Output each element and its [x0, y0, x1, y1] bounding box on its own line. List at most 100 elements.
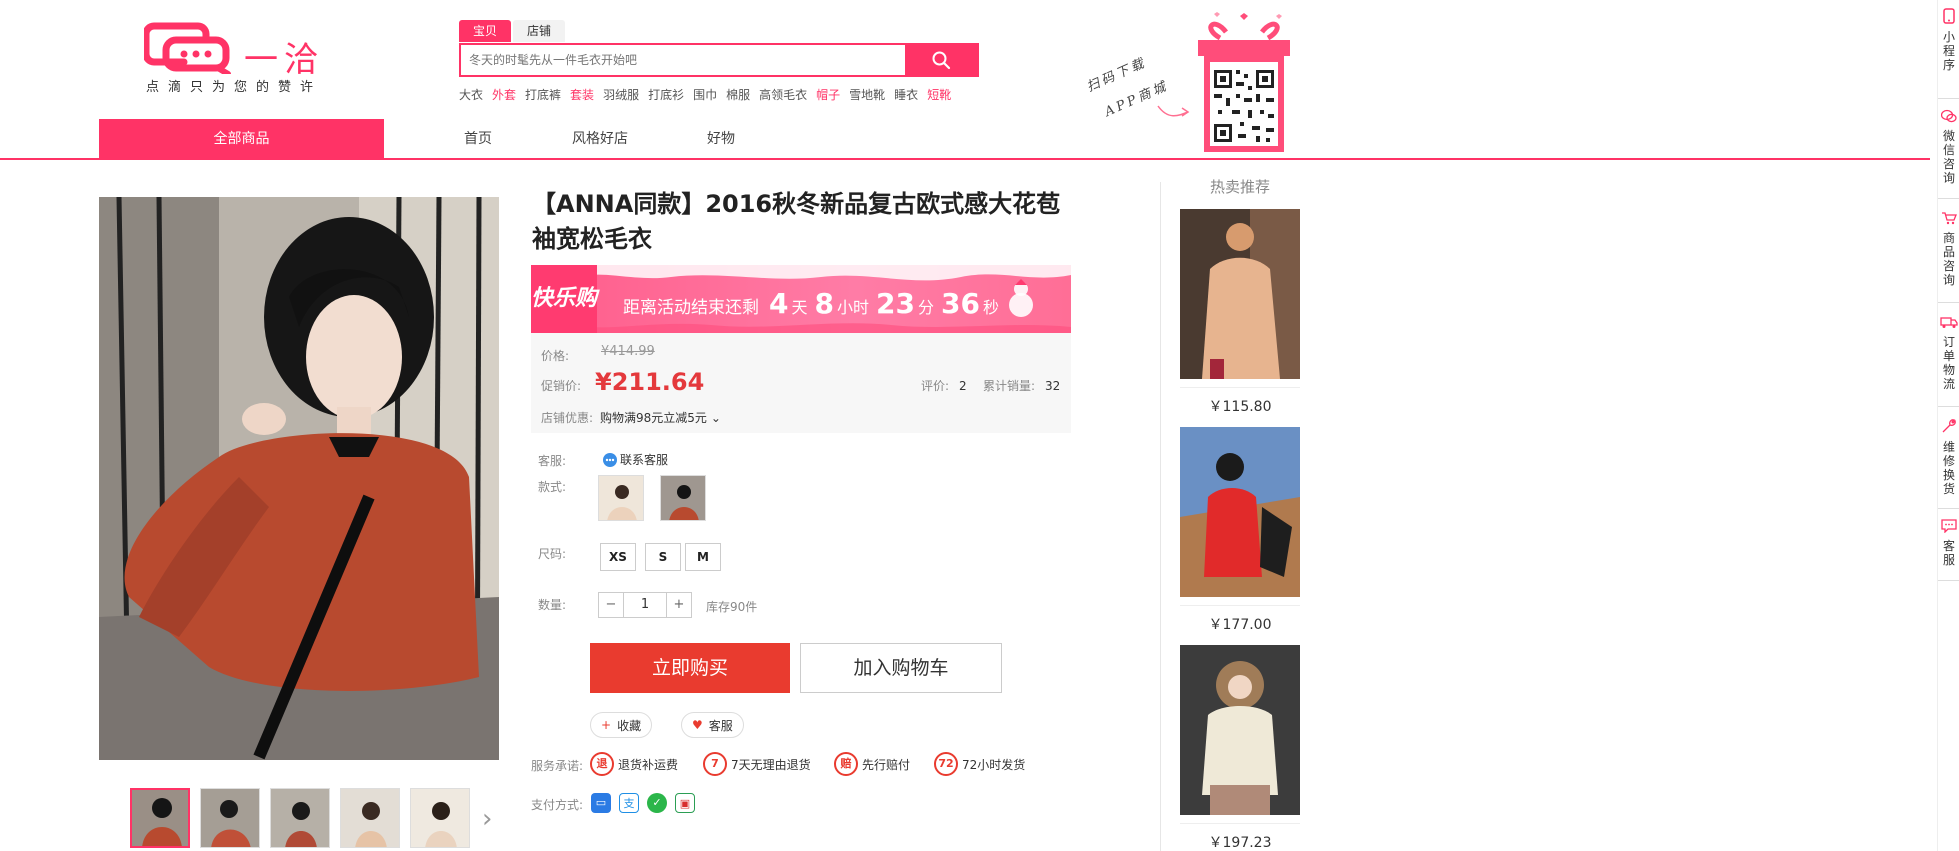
arrow-icon [1157, 105, 1190, 117]
hotword-link[interactable]: 羽绒服 [603, 86, 639, 103]
sidebar-item-label: 商品咨询 [1942, 231, 1955, 287]
countdown-minutes: 23 [876, 287, 915, 320]
search-tabs: 宝贝 店铺 [459, 20, 567, 42]
buy-now-button[interactable]: 立即购买 [590, 643, 790, 693]
recommend-image[interactable] [1180, 209, 1300, 379]
nav-item-style-shops[interactable]: 风格好店 [572, 119, 628, 159]
sidebar-divider [1938, 98, 1959, 99]
hotword-link[interactable]: 打底衫 [648, 86, 684, 103]
coupon-label: 店铺优惠: [541, 411, 594, 425]
promo-countdown: 距离活动结束还剩 4 天 8 小时 23 分 36 秒 [623, 287, 1003, 320]
nav-all-products[interactable]: 全部商品 [99, 119, 384, 159]
hotword-link[interactable]: 雪地靴 [849, 86, 885, 103]
thumbnail[interactable] [270, 788, 330, 848]
logo[interactable]: 一洽 点滴只为您的赞许 [144, 18, 344, 96]
recommend-image[interactable] [1180, 427, 1300, 597]
size-option-xs[interactable]: XS [600, 543, 636, 571]
search-input[interactable] [461, 45, 905, 75]
promise-text: 72小时发货 [962, 757, 1026, 772]
promo-logo: 快乐购 [531, 265, 597, 333]
sidebar-item-order-logistics[interactable]: 订单物流 [1938, 314, 1959, 391]
hotword-link[interactable]: 围巾 [693, 86, 717, 103]
size-option-m[interactable]: M [685, 543, 721, 571]
review-label: 评价: [921, 379, 950, 393]
logo-text: 一洽 [244, 40, 324, 80]
sale-price: ¥211.64 [595, 368, 705, 396]
sidebar-item-wechat[interactable]: 微信咨询 [1938, 108, 1959, 185]
cart-icon [1942, 212, 1957, 225]
plus-icon: + [601, 718, 612, 732]
nav-item-home[interactable]: 首页 [464, 119, 492, 159]
sidebar-item-mini-program[interactable]: 小程序 [1938, 8, 1959, 72]
sale-price-label: 促销价: [541, 379, 582, 393]
contact-service-link[interactable]: 联系客服 [602, 451, 668, 468]
payment-label: 支付方式: [531, 798, 584, 812]
sidebar-divider [1938, 508, 1959, 509]
hotword-link[interactable]: 外套 [492, 86, 516, 103]
countdown-days-unit: 天 [791, 298, 808, 317]
favorite-button[interactable]: + 收藏 [590, 712, 653, 738]
promise-item: 退 退货补运费 [590, 752, 678, 776]
chevron-down-icon: ⌄ [710, 411, 721, 425]
style-option[interactable] [598, 475, 644, 521]
promise-item: 赔 先行赔付 [834, 752, 910, 776]
search-icon [932, 51, 951, 70]
thumbnail[interactable] [200, 788, 260, 848]
hotword-link[interactable]: 棉服 [726, 86, 750, 103]
quantity-increase-button[interactable]: + [667, 593, 691, 617]
price-panel: 价格: ¥414.99 促销价: ¥211.64 评价: 2 累计销量: 32 店铺… [531, 333, 1071, 433]
search-tab-item[interactable]: 宝贝 [459, 20, 512, 42]
sales-count: 累计销量: 32 [983, 377, 1060, 394]
search-tab-shop[interactable]: 店铺 [513, 20, 566, 42]
hotword-link[interactable]: 打底裤 [525, 86, 561, 103]
wechat-pay-icon: ✓ [647, 793, 667, 813]
thumbnail[interactable] [410, 788, 470, 848]
sales-value: 32 [1045, 379, 1061, 393]
hotword-link[interactable]: 大衣 [459, 86, 483, 103]
alipay-icon: 支 [619, 793, 639, 813]
app-qr-code[interactable] [1196, 12, 1292, 154]
quantity-decrease-button[interactable]: − [599, 593, 623, 617]
product-main-image[interactable] [99, 197, 499, 760]
recommend-image[interactable] [1180, 645, 1300, 815]
recommend-price: ￥197.23 [1180, 823, 1300, 851]
service-label: 客服: [538, 454, 567, 468]
contact-service-text: 联系客服 [620, 453, 669, 467]
sidebar-item-product-inquiry[interactable]: 商品咨询 [1938, 210, 1959, 287]
review-count[interactable]: 评价: 2 [921, 377, 967, 394]
chat-icon [1941, 519, 1957, 534]
nav-item-goods[interactable]: 好物 [707, 119, 735, 159]
recommend-item[interactable]: ￥197.23 [1180, 645, 1300, 851]
coupon-text: 购物满98元立减5元 [600, 411, 707, 425]
thumbnail[interactable] [130, 788, 190, 848]
right-sidebar: 小程序 微信咨询 商品咨询 订单物流 维修换货 客服 [1937, 0, 1959, 851]
customer-service-button[interactable]: ♥ 客服 [681, 712, 744, 738]
size-option-s[interactable]: S [645, 543, 681, 571]
product-title: 【ANNA同款】2016秋冬新品复古欧式感大花苞袖宽松毛衣 [532, 190, 1061, 253]
sidebar-item-customer-service[interactable]: 客服 [1938, 518, 1959, 567]
style-label: 款式: [538, 480, 567, 494]
hotword-link[interactable]: 帽子 [816, 86, 840, 103]
hotword-link[interactable]: 高领毛衣 [759, 86, 807, 103]
hotword-link[interactable]: 短靴 [927, 86, 951, 103]
search-button[interactable] [905, 45, 977, 75]
hotword-link[interactable]: 套装 [570, 86, 594, 103]
sidebar-item-repair-exchange[interactable]: 维修换货 [1938, 418, 1959, 496]
quantity-value[interactable]: 1 [623, 593, 667, 617]
style-option[interactable] [660, 475, 706, 521]
coupon-dropdown[interactable]: 购物满98元立减5元 ⌄ [600, 409, 721, 426]
price-label: 价格: [541, 349, 570, 363]
sidebar-item-label: 客服 [1942, 539, 1955, 567]
add-to-cart-button[interactable]: 加入购物车 [800, 643, 1002, 693]
recommend-item[interactable]: ￥177.00 [1180, 427, 1300, 634]
countdown-hours: 8 [814, 287, 834, 320]
thumbnail[interactable] [340, 788, 400, 848]
recommend-item[interactable]: ￥115.80 [1180, 209, 1300, 416]
review-value: 2 [959, 379, 967, 393]
hot-keywords: 大衣 外套 打底裤 套装 羽绒服 打底衫 围巾 棉服 高领毛衣 帽子 雪地靴 睡… [459, 86, 960, 103]
promise-text: 先行赔付 [862, 757, 911, 772]
thumbnail-next-icon[interactable]: › [482, 804, 492, 834]
sales-label: 累计销量: [983, 379, 1036, 393]
hotword-link[interactable]: 睡衣 [894, 86, 918, 103]
nav-divider [0, 158, 1930, 160]
